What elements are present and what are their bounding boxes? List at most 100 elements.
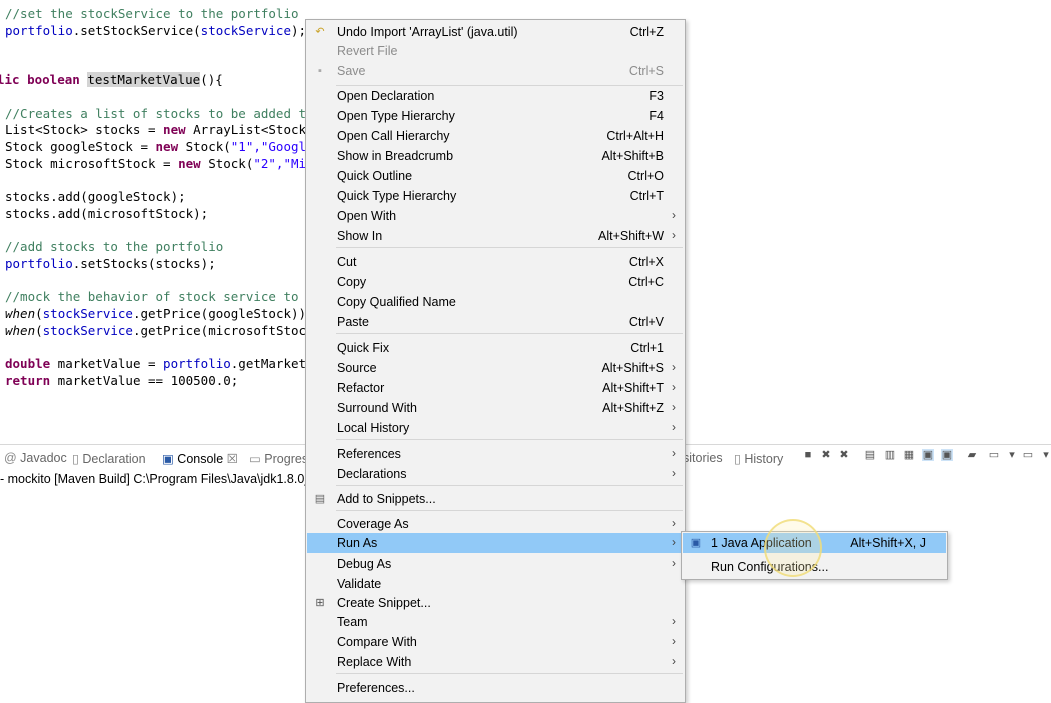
- menu-item-shortcut: F4: [649, 109, 664, 123]
- display-console-icon[interactable]: ▭: [988, 449, 1000, 461]
- menu-item-label: Refactor: [337, 381, 385, 395]
- menu-item-declarations[interactable]: Declarations ›: [307, 464, 684, 484]
- menu-item-shortcut: Ctrl+C: [628, 275, 664, 289]
- menu-item-label: Run Configurations...: [711, 560, 829, 574]
- clear-console-icon[interactable]: ▤: [864, 449, 876, 461]
- word-wrap-icon[interactable]: ▦: [903, 449, 915, 461]
- menu-item-validate[interactable]: Validate: [307, 574, 684, 594]
- tab-progress[interactable]: ▭ Progres: [249, 451, 308, 466]
- menu-item-open-with[interactable]: Open With ›: [307, 206, 684, 226]
- menu-item-add-to-snippets[interactable]: ▤ Add to Snippets...: [307, 489, 684, 509]
- menu-item-quick-fix[interactable]: Quick Fix Ctrl+1: [307, 338, 684, 358]
- menu-item-label: Open Declaration: [337, 89, 435, 103]
- menu-item-paste[interactable]: Paste Ctrl+V: [307, 312, 684, 332]
- menu-item-open-call-hierarchy[interactable]: Open Call Hierarchy Ctrl+Alt+H: [307, 126, 684, 146]
- menu-item-label: Source: [337, 361, 377, 375]
- menu-item-label: Team: [337, 615, 368, 629]
- submenu-item-run-configurations[interactable]: Run Configurations...: [683, 557, 946, 577]
- menu-separator: [336, 510, 683, 511]
- chevron-down-icon[interactable]: ▾: [1006, 449, 1018, 461]
- code-token: marketValue == 100500.0;: [50, 373, 239, 388]
- code-line: stocks.add(microsoftStock);: [5, 206, 209, 221]
- menu-separator: [336, 673, 683, 674]
- menu-item-team[interactable]: Team ›: [307, 612, 684, 632]
- create-snippet-icon: ⊞: [315, 597, 325, 609]
- chevron-right-icon: ›: [672, 535, 676, 549]
- java-application-icon: ▣: [690, 537, 702, 549]
- menu-item-surround-with[interactable]: Surround With Alt+Shift+Z ›: [307, 398, 684, 418]
- menu-item-references[interactable]: References ›: [307, 444, 684, 464]
- menu-separator: [336, 485, 683, 486]
- menu-item-copy-qualified-name[interactable]: Copy Qualified Name: [307, 292, 684, 312]
- menu-item-label: Validate: [337, 577, 382, 591]
- menu-item-revert-file[interactable]: Revert File: [307, 41, 684, 61]
- chevron-right-icon: ›: [672, 208, 676, 222]
- tab-history[interactable]: ▯ History: [734, 451, 783, 466]
- menu-item-coverage-as[interactable]: Coverage As ›: [307, 514, 684, 534]
- code-line: //mock the behavior of stock service to: [5, 289, 299, 304]
- terminate-icon[interactable]: ■: [802, 449, 814, 461]
- code-token: (: [35, 323, 43, 338]
- submenu-item-java-application[interactable]: ▣ 1 Java Application Alt+Shift+X, J: [683, 533, 946, 553]
- remove-launch-icon[interactable]: ✖: [820, 449, 832, 461]
- chevron-right-icon: ›: [672, 400, 676, 414]
- open-console-icon[interactable]: ▭: [1022, 449, 1034, 461]
- tab-declaration[interactable]: ▯ Declaration: [72, 451, 146, 466]
- code-token: portfolio: [5, 256, 73, 271]
- code-string: "2","Mi: [253, 156, 307, 171]
- show-console-stderr-icon[interactable]: ▣: [941, 449, 953, 461]
- show-console-stdout-icon[interactable]: ▣: [922, 449, 934, 461]
- context-menu: ↶ Undo Import 'ArrayList' (java.util) Ctrl…: [305, 19, 686, 703]
- menu-item-refactor[interactable]: Refactor Alt+Shift+T ›: [307, 378, 684, 398]
- code-line: portfolio.setStocks(stocks);: [5, 256, 216, 271]
- tab-javadoc[interactable]: @ Javadoc: [4, 451, 67, 465]
- menu-item-label: Copy: [337, 275, 367, 289]
- menu-item-undo[interactable]: ↶ Undo Import 'ArrayList' (java.util) Ctrl…: [307, 22, 684, 42]
- remove-all-icon[interactable]: ✖: [838, 449, 850, 461]
- menu-separator: [336, 439, 683, 440]
- chevron-right-icon: ›: [672, 556, 676, 570]
- menu-item-copy[interactable]: Copy Ctrl+C: [307, 272, 684, 292]
- code-token: Stock googleStock =: [5, 139, 156, 154]
- close-icon[interactable]: ☒: [227, 452, 238, 466]
- chevron-right-icon: ›: [672, 228, 676, 242]
- save-icon: ▪: [318, 65, 322, 77]
- menu-item-source[interactable]: Source Alt+Shift+S ›: [307, 358, 684, 378]
- menu-item-save[interactable]: ▪ Save Ctrl+S: [307, 61, 684, 81]
- code-token: );: [290, 23, 307, 38]
- menu-item-local-history[interactable]: Local History ›: [307, 418, 684, 438]
- code-token: List<Stock> stocks =: [5, 122, 164, 137]
- menu-item-open-type-hierarchy[interactable]: Open Type Hierarchy F4: [307, 106, 684, 126]
- menu-item-show-in[interactable]: Show In Alt+Shift+W ›: [307, 226, 684, 246]
- menu-item-label: Open Type Hierarchy: [337, 109, 455, 123]
- menu-item-shortcut: Ctrl+S: [628, 64, 664, 78]
- menu-item-open-declaration[interactable]: Open Declaration F3: [307, 86, 684, 106]
- code-line: Stock googleStock = new Stock("1","Googl: [5, 139, 306, 154]
- menu-item-show-in-breadcrumb[interactable]: Show in Breadcrumb Alt+Shift+B: [307, 146, 684, 166]
- snippet-icon: ▤: [314, 493, 326, 505]
- menu-item-compare-with[interactable]: Compare With ›: [307, 632, 684, 652]
- menu-item-shortcut: Ctrl+1: [630, 341, 664, 355]
- menu-item-debug-as[interactable]: Debug As ›: [307, 554, 684, 574]
- menu-item-label: Save: [337, 64, 366, 78]
- menu-item-cut[interactable]: Cut Ctrl+X: [307, 252, 684, 272]
- menu-item-quick-outline[interactable]: Quick Outline Ctrl+O: [307, 166, 684, 186]
- tab-console[interactable]: ▣ Console ☒: [162, 451, 238, 466]
- code-line: when(stockService.getPrice(microsoftStoc: [5, 323, 306, 338]
- menu-item-shortcut: Ctrl+T: [629, 189, 664, 203]
- tab-repositories[interactable]: sitories: [683, 451, 723, 465]
- menu-item-label: Quick Fix: [337, 341, 390, 355]
- code-keyword: double: [5, 356, 51, 371]
- menu-item-preferences[interactable]: Preferences...: [307, 678, 684, 698]
- pin-console-icon[interactable]: ▰: [966, 449, 978, 461]
- menu-item-shortcut: Alt+Shift+B: [601, 149, 664, 163]
- scroll-lock-icon[interactable]: ▥: [884, 449, 896, 461]
- menu-item-label: Quick Outline: [337, 169, 413, 183]
- menu-item-quick-type-hierarchy[interactable]: Quick Type Hierarchy Ctrl+T: [307, 186, 684, 206]
- menu-item-label: Revert File: [337, 44, 398, 58]
- view-menu-icon[interactable]: ▾: [1040, 449, 1051, 461]
- menu-item-label: Declarations: [337, 467, 407, 481]
- menu-item-create-snippet[interactable]: ⊞ Create Snippet...: [307, 593, 684, 613]
- menu-item-run-as[interactable]: Run As ›: [307, 533, 684, 553]
- menu-item-replace-with[interactable]: Replace With ›: [307, 652, 684, 672]
